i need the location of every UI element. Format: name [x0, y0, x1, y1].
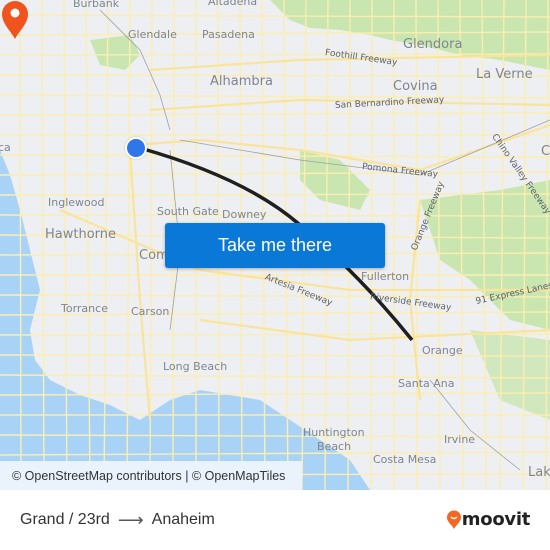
openmaptiles-attribution-link[interactable]: © OpenMapTiles — [192, 469, 286, 483]
road — [0, 374, 550, 379]
label-pasadena: Pasadena — [202, 28, 255, 41]
label-glendale: Glendale — [128, 28, 177, 41]
label-santa-monica: ca — [0, 141, 11, 154]
attribution-separator: | — [181, 468, 192, 483]
label-long-beach: Long Beach — [163, 360, 228, 373]
destination-name: Anaheim — [151, 511, 215, 528]
take-me-there-button[interactable]: Take me there — [165, 223, 385, 268]
road — [0, 294, 550, 298]
road — [0, 354, 550, 357]
label-covina: Covina — [393, 79, 438, 94]
label-hawthorne: Hawthorne — [45, 227, 117, 242]
label-altadena: Altadena — [208, 0, 258, 8]
label-huntington: Huntington — [303, 426, 365, 439]
label-alhambra: Alhambra — [210, 74, 273, 89]
road — [0, 74, 550, 77]
route-summary: Grand / 23rd ⟶ Anaheim — [20, 490, 215, 550]
label-inglewood: Inglewood — [48, 196, 105, 209]
moovit-wordmark: moovit — [461, 509, 531, 530]
label-la-verne: La Verne — [476, 67, 533, 82]
label-fullerton: Fullerton — [361, 270, 410, 283]
road — [0, 112, 550, 116]
label-orange: Orange — [422, 344, 463, 357]
label-irvine: Irvine — [444, 433, 476, 446]
road — [0, 171, 550, 176]
moovit-pin-icon — [446, 510, 461, 529]
osm-attribution-link[interactable]: © OpenStreetMap contributors — [12, 469, 182, 483]
park-east — [470, 330, 550, 420]
label-downey: Downey — [222, 208, 267, 221]
label-santa-ana: Santa Ana — [398, 377, 455, 390]
destination-pin-icon[interactable] — [0, 0, 30, 40]
footer-bar: Grand / 23rd ⟶ Anaheim moovit — [0, 490, 550, 550]
label-carson: Carson — [131, 305, 170, 318]
origin-marker[interactable] — [125, 137, 147, 159]
road — [19, 0, 22, 490]
label-torrance: Torrance — [61, 302, 108, 315]
arrow-right-icon: ⟶ — [117, 509, 144, 530]
label-costa-mesa: Costa Mesa — [373, 453, 437, 466]
road — [0, 94, 550, 99]
label-glendora: Glendora — [403, 37, 463, 52]
label-chino: C — [541, 144, 550, 159]
map-view[interactable]: Burbank Altadena Glendale Pasadena Alham… — [0, 0, 550, 490]
label-lake: Lake — [528, 465, 550, 480]
map-attribution: © OpenStreetMap contributors | © OpenMap… — [0, 461, 302, 490]
label-burbank: Burbank — [73, 0, 120, 10]
road — [0, 53, 550, 56]
label-south-gate: South Gate — [157, 205, 219, 218]
moovit-logo[interactable]: moovit — [446, 509, 530, 530]
label-beach: Beach — [317, 440, 352, 453]
road — [0, 392, 550, 396]
origin-name: Grand / 23rd — [20, 511, 110, 528]
